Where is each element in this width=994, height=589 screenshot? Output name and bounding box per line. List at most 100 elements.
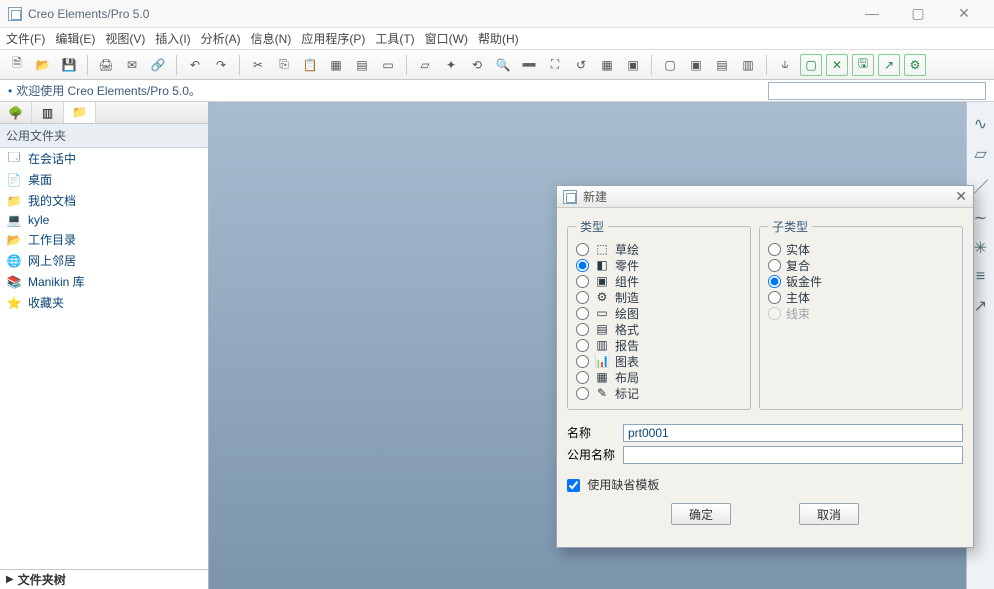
tool-icon[interactable]: ／ xyxy=(972,174,988,198)
type-radio[interactable] xyxy=(576,307,589,320)
default-template-check[interactable]: 使用缺省模板 xyxy=(567,478,659,492)
placeholder-icon[interactable]: ↺ xyxy=(570,54,592,76)
zoom-fit-icon[interactable]: ⛶ xyxy=(544,54,566,76)
link-icon[interactable]: 🔗 xyxy=(147,54,169,76)
placeholder-icon[interactable]: ▦ xyxy=(596,54,618,76)
type-radio[interactable] xyxy=(576,259,589,272)
cut-icon[interactable]: ✂ xyxy=(247,54,269,76)
tab-folder[interactable]: 📁 xyxy=(64,102,96,123)
tool-icon[interactable]: ✳ xyxy=(974,238,987,258)
folder-item[interactable]: 💻kyle xyxy=(0,211,208,229)
tool-icon[interactable]: ∿ xyxy=(974,114,987,134)
subtype-option[interactable]: 主体 xyxy=(768,289,954,305)
tab-tree[interactable]: 🌳 xyxy=(0,102,32,123)
folder-item[interactable]: ⭐收藏夹 xyxy=(0,292,208,313)
type-option[interactable]: ◧零件 xyxy=(576,257,742,273)
settings-icon[interactable]: ⚙ xyxy=(904,54,926,76)
type-option[interactable]: ▤格式 xyxy=(576,321,742,337)
subtype-radio[interactable] xyxy=(768,275,781,288)
zoom-icon[interactable]: 🔍 xyxy=(492,54,514,76)
search-combo[interactable] xyxy=(768,82,986,100)
tool-icon[interactable]: ▱ xyxy=(974,144,986,164)
subtype-option[interactable]: 复合 xyxy=(768,257,954,273)
tab-layers[interactable]: ▥ xyxy=(32,102,64,123)
paste-icon[interactable]: 📋 xyxy=(299,54,321,76)
print-icon[interactable]: 🖨 xyxy=(95,54,117,76)
type-radio[interactable] xyxy=(576,355,589,368)
common-name-input[interactable] xyxy=(623,446,963,464)
placeholder-icon[interactable]: ⟲ xyxy=(466,54,488,76)
placeholder-icon[interactable]: ▤ xyxy=(351,54,373,76)
tool-icon[interactable]: ↗ xyxy=(974,296,987,316)
placeholder-icon[interactable]: 🖫 xyxy=(852,54,874,76)
dialog-close-button[interactable]: ✕ xyxy=(955,188,967,205)
save-icon[interactable]: 💾 xyxy=(58,54,80,76)
tree-toggle[interactable]: ▶ 文件夹树 xyxy=(0,569,208,589)
menu-help[interactable]: 帮助(H) xyxy=(478,30,519,47)
type-option[interactable]: ▦布局 xyxy=(576,369,742,385)
placeholder-icon[interactable]: ▢ xyxy=(800,54,822,76)
placeholder-icon[interactable]: ↗ xyxy=(878,54,900,76)
placeholder-icon[interactable]: ▣ xyxy=(685,54,707,76)
placeholder-icon[interactable]: ▱ xyxy=(414,54,436,76)
type-option[interactable]: ⚙制造 xyxy=(576,289,742,305)
folder-item[interactable]: 📄桌面 xyxy=(0,169,208,190)
subtype-option[interactable]: 钣金件 xyxy=(768,273,954,289)
type-radio[interactable] xyxy=(576,323,589,336)
tool-icon[interactable]: ∼ xyxy=(974,208,987,228)
menu-app[interactable]: 应用程序(P) xyxy=(301,30,365,47)
subtype-radio[interactable] xyxy=(768,243,781,256)
placeholder-icon[interactable]: ▭ xyxy=(377,54,399,76)
folder-item[interactable]: 📁我的文档 xyxy=(0,190,208,211)
subtype-radio[interactable] xyxy=(768,259,781,272)
menu-file[interactable]: 文件(F) xyxy=(6,30,45,47)
type-radio[interactable] xyxy=(576,371,589,384)
tool-icon[interactable]: ≡ xyxy=(976,268,985,286)
undo-icon[interactable]: ↶ xyxy=(184,54,206,76)
type-radio[interactable] xyxy=(576,291,589,304)
placeholder-icon[interactable]: ✦ xyxy=(440,54,462,76)
menu-tools[interactable]: 工具(T) xyxy=(375,30,414,47)
menu-analysis[interactable]: 分析(A) xyxy=(201,30,241,47)
type-radio[interactable] xyxy=(576,387,589,400)
type-radio[interactable] xyxy=(576,243,589,256)
subtype-option[interactable]: 实体 xyxy=(768,241,954,257)
copy-icon[interactable]: ⎘ xyxy=(273,54,295,76)
placeholder-icon[interactable]: ✕ xyxy=(826,54,848,76)
type-option[interactable]: ⬚草绘 xyxy=(576,241,742,257)
placeholder-icon[interactable]: ▤ xyxy=(711,54,733,76)
type-option[interactable]: ✎标记 xyxy=(576,385,742,401)
minimize-button[interactable]: — xyxy=(858,5,886,22)
placeholder-icon[interactable]: ▦ xyxy=(325,54,347,76)
maximize-button[interactable]: ▢ xyxy=(904,5,932,22)
menu-info[interactable]: 信息(N) xyxy=(251,30,292,47)
menu-view[interactable]: 视图(V) xyxy=(105,30,145,47)
menu-edit[interactable]: 编辑(E) xyxy=(55,30,95,47)
placeholder-icon[interactable]: ⫝ xyxy=(774,54,796,76)
type-radio[interactable] xyxy=(576,339,589,352)
placeholder-icon[interactable]: ▢ xyxy=(659,54,681,76)
redo-icon[interactable]: ↷ xyxy=(210,54,232,76)
folder-item[interactable]: 🌐网上邻居 xyxy=(0,250,208,271)
folder-item[interactable]: 🗔在会话中 xyxy=(0,148,208,169)
mail-icon[interactable]: ✉ xyxy=(121,54,143,76)
cancel-button[interactable]: 取消 xyxy=(799,503,859,525)
subtype-radio[interactable] xyxy=(768,291,781,304)
placeholder-icon[interactable]: ▣ xyxy=(622,54,644,76)
new-file-icon[interactable]: 🗎 xyxy=(6,54,28,76)
folder-item[interactable]: 📂工作目录 xyxy=(0,229,208,250)
folder-item[interactable]: 📚Manikin 库 xyxy=(0,271,208,292)
close-button[interactable]: ✕ xyxy=(950,5,978,22)
open-file-icon[interactable]: 📂 xyxy=(32,54,54,76)
type-option[interactable]: ▭绘图 xyxy=(576,305,742,321)
type-option[interactable]: 📊图表 xyxy=(576,353,742,369)
type-option[interactable]: ▥报告 xyxy=(576,337,742,353)
name-input[interactable] xyxy=(623,424,963,442)
default-template-checkbox[interactable] xyxy=(567,479,580,492)
ok-button[interactable]: 确定 xyxy=(671,503,731,525)
menu-insert[interactable]: 插入(I) xyxy=(155,30,190,47)
type-option[interactable]: ▣组件 xyxy=(576,273,742,289)
placeholder-icon[interactable]: ▥ xyxy=(737,54,759,76)
zoom-out-icon[interactable]: ➖ xyxy=(518,54,540,76)
menu-window[interactable]: 窗口(W) xyxy=(425,30,468,47)
